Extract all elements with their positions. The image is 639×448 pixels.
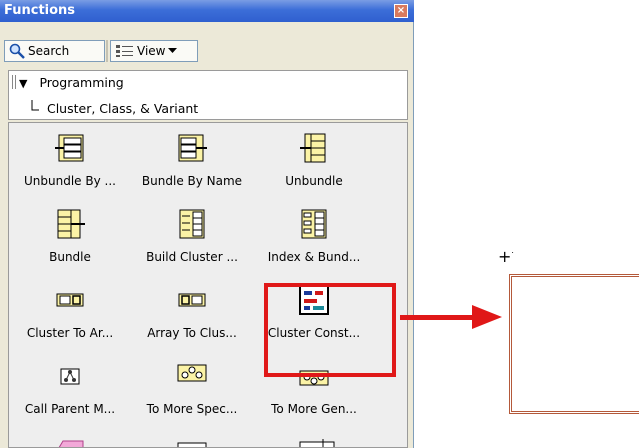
call-parent-method-icon [60, 368, 80, 385]
palette-item-call-parent-method[interactable]: Call Parent M... [9, 351, 131, 427]
search-icon [9, 43, 25, 59]
palette-item-to-more-specific-class[interactable]: To More Spec... [131, 351, 253, 427]
palette-item-partial-icon [299, 439, 335, 447]
tree-item-cluster-class-variant[interactable]: Cluster, Class, & Variant [31, 100, 198, 116]
palette-item-partial-icon [58, 440, 84, 447]
bundle-by-name-icon [178, 134, 207, 162]
palette-item-unbundle[interactable]: Unbundle [253, 123, 375, 199]
window-title: Functions [4, 3, 76, 18]
tree-grip [12, 75, 16, 89]
search-label: Search [28, 44, 70, 58]
palette-item-label: Build Cluster ... [146, 250, 238, 264]
array-to-cluster-icon [178, 293, 206, 307]
unbundle-icon [300, 133, 326, 163]
expand-toggle-icon[interactable]: ▼ [19, 77, 27, 90]
palette-item-label: To More Gen... [271, 402, 357, 416]
tree-item-label: Programming [39, 75, 124, 90]
placement-cursor-icon: +· [498, 247, 514, 266]
palette-item-label: Unbundle [285, 174, 343, 188]
palette-item-cluster-to-array[interactable]: Cluster To Ar... [9, 275, 131, 351]
palette-item-bundle-by-name[interactable]: Bundle By Name [131, 123, 253, 199]
bundle-icon [57, 209, 85, 239]
palette-item-label: Cluster To Ar... [26, 326, 114, 340]
palette-item-label: Bundle [49, 250, 91, 264]
arrow-right-icon [472, 305, 502, 329]
palette-toolbar: Search View [0, 22, 414, 70]
palette-item-unbundle-by-name[interactable]: Unbundle By ... [9, 123, 131, 199]
palette-item-label: Call Parent M... [24, 402, 116, 416]
palette-item-label: Bundle By Name [141, 174, 243, 188]
palette-item-array-to-cluster[interactable]: Array To Clus... [131, 275, 253, 351]
view-label: View [137, 44, 166, 58]
chevron-down-icon [168, 48, 178, 53]
search-button[interactable]: Search [4, 40, 105, 62]
functions-palette-window: Functions × Search View ▼ Programming Cl… [0, 0, 414, 448]
palette-item-partial-icon [177, 442, 207, 447]
cluster-to-array-icon [56, 293, 84, 307]
cluster-constant-highlight [264, 283, 396, 377]
view-menu-button[interactable]: View [110, 40, 198, 62]
view-list-icon [116, 45, 133, 57]
toolbar-separator [106, 40, 108, 62]
cluster-constant-placeholder[interactable] [509, 274, 639, 414]
palette-item-label: Unbundle By ... [24, 174, 116, 188]
palette-breadcrumb-tree: ▼ Programming Cluster, Class, & Variant [8, 70, 408, 120]
palette-item-bundle[interactable]: Bundle [9, 199, 131, 275]
index-bundle-cluster-array-icon [301, 209, 327, 239]
tree-branch-icon [31, 100, 39, 111]
palette-item-index-bundle-cluster-array[interactable]: Index & Bund... [253, 199, 375, 275]
palette-item-label: To More Spec... [146, 402, 238, 416]
palette-item-build-cluster-array[interactable]: Build Cluster ... [131, 199, 253, 275]
tree-item-programming[interactable]: ▼ Programming [19, 75, 124, 90]
close-button[interactable]: × [394, 4, 408, 18]
palette-item-label: Array To Clus... [147, 326, 237, 340]
to-more-specific-class-icon [177, 364, 207, 382]
window-titlebar[interactable]: Functions × [0, 0, 414, 22]
unbundle-by-name-icon [55, 134, 84, 162]
callout-arrow-shaft [400, 315, 476, 320]
build-cluster-array-icon [179, 209, 205, 239]
palette-item-label: Index & Bund... [267, 250, 361, 264]
tree-item-label: Cluster, Class, & Variant [46, 101, 199, 116]
